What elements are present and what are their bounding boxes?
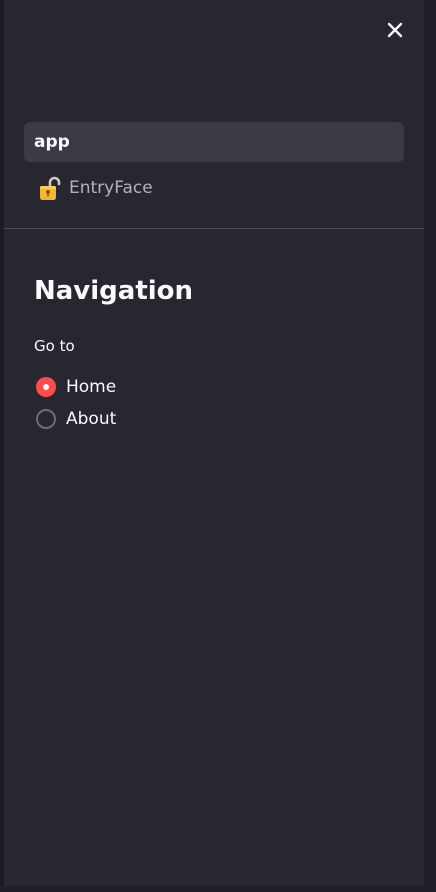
page-navigation: app EntryFace [24, 122, 404, 214]
page-link-entryface[interactable]: EntryFace [24, 168, 404, 208]
window-bottom-edge [0, 886, 436, 892]
radio-unchecked-icon[interactable] [36, 409, 56, 429]
radio-checked-icon[interactable] [36, 377, 56, 397]
radio-group-label: Go to [34, 337, 75, 355]
go-to-radio-group: Home About [36, 371, 116, 435]
radio-option-home[interactable]: Home [36, 371, 116, 403]
page-link-label: EntryFace [69, 178, 153, 198]
radio-option-label: About [66, 409, 117, 429]
sidebar-resize-edge[interactable] [424, 0, 436, 892]
sidebar-left-edge [0, 0, 4, 892]
sidebar: app EntryFace Navigation Go to Home Abou… [0, 0, 436, 892]
navigation-heading: Navigation [34, 276, 194, 306]
page-link-label: app [34, 132, 70, 152]
sidebar-divider [4, 228, 424, 229]
radio-option-about[interactable]: About [36, 403, 116, 435]
close-icon [387, 22, 403, 38]
radio-option-label: Home [66, 377, 117, 397]
close-sidebar-button[interactable] [383, 18, 407, 42]
page-link-app[interactable]: app [24, 122, 404, 162]
lock-icon [40, 176, 61, 200]
